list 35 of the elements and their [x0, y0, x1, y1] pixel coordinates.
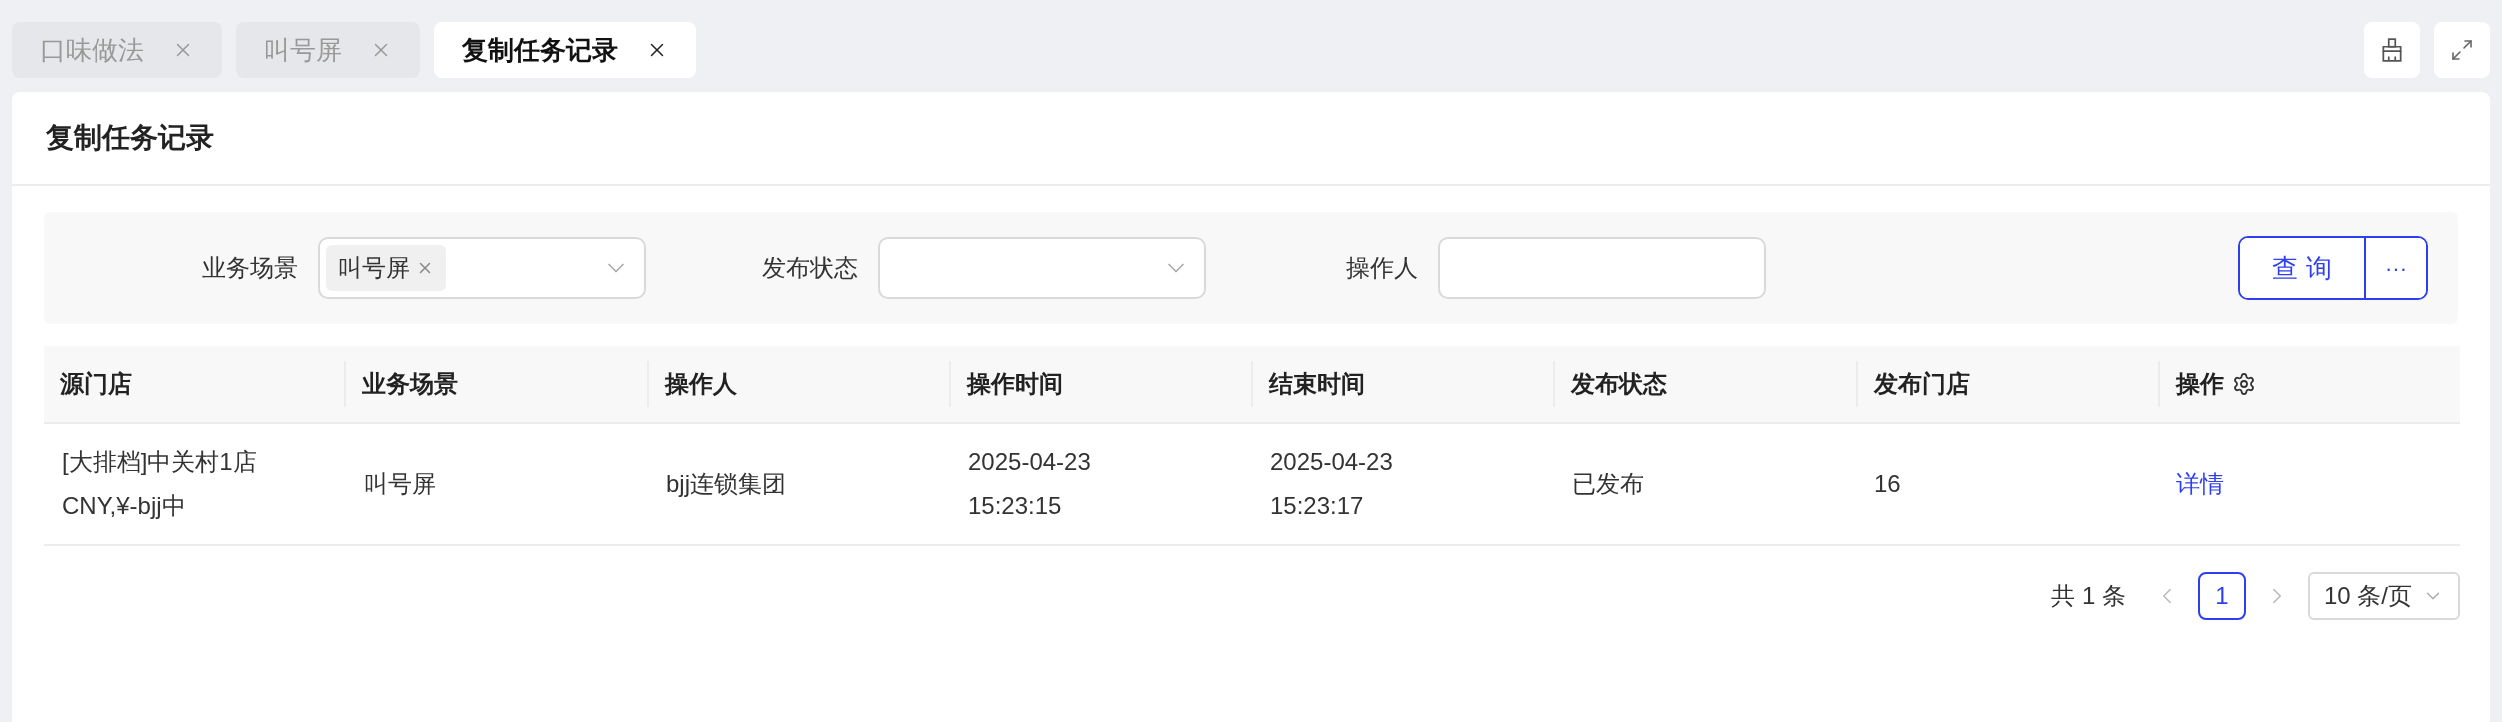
page-number[interactable]: 1	[2197, 572, 2246, 620]
column-header: 操作	[2175, 369, 2224, 399]
table-cell: 叫号屏	[364, 470, 436, 497]
table-cell: 2025-04-23 15:23:17	[1270, 448, 1393, 519]
tab[interactable]: 复制任务记录	[434, 22, 696, 78]
scene-select[interactable]: 叫号屏	[318, 237, 646, 299]
total-count: 共 1 条	[2051, 581, 2126, 611]
table-cell: 已发布	[1572, 470, 1644, 497]
operator-input[interactable]	[1438, 237, 1766, 299]
column-header: 发布门店	[1873, 369, 1970, 399]
filter-label: 业务场景	[202, 253, 298, 283]
expand-icon	[2450, 38, 2474, 62]
broom-icon	[2379, 37, 2405, 63]
column-header: 业务场景	[362, 369, 459, 399]
filter-label: 操作人	[1346, 253, 1418, 283]
column-header: 操作时间	[966, 369, 1063, 399]
table-cell: 16	[1874, 470, 1901, 497]
table-cell: 2025-04-23 15:23:15	[968, 448, 1091, 519]
column-header: 源门店	[60, 369, 132, 399]
page-title: 复制任务记录	[46, 121, 214, 155]
details-link[interactable]: 详情	[2176, 470, 2224, 497]
selected-tag[interactable]: 叫号屏	[326, 245, 446, 291]
clear-button[interactable]	[2364, 22, 2420, 78]
table-cell: bjj连锁集团	[666, 470, 786, 497]
column-header: 发布状态	[1571, 369, 1668, 399]
settings-icon[interactable]	[2231, 372, 2256, 396]
filter-label: 发布状态	[762, 253, 858, 283]
page-size-select[interactable]: 10 条/页	[2307, 572, 2460, 620]
fullscreen-button[interactable]	[2434, 22, 2490, 78]
table-cell: [大排档]中关村1店 CNY,¥-bjj中	[62, 448, 257, 519]
column-header: 操作人	[664, 369, 737, 399]
more-button[interactable]: ···	[2366, 238, 2426, 298]
query-button[interactable]: 查 询	[2240, 238, 2366, 298]
status-select[interactable]	[878, 237, 1206, 299]
column-header: 结束时间	[1269, 369, 1365, 399]
